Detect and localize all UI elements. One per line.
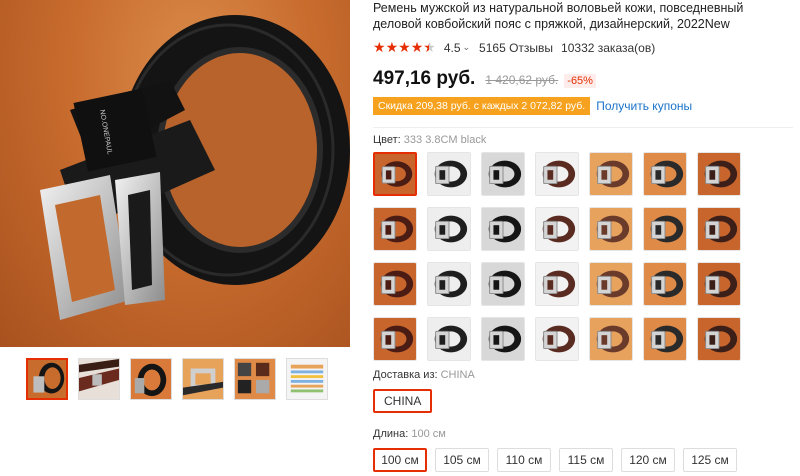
color-swatch[interactable]: [535, 262, 579, 306]
color-swatch[interactable]: [535, 207, 579, 251]
length-option[interactable]: 120 см: [621, 448, 675, 472]
length-label: Длина: 100 см: [373, 428, 793, 440]
product-info: Ремень мужской из натуральной воловьей к…: [373, 0, 793, 472]
color-selected-value: 333 3.8CM black: [403, 134, 487, 146]
color-swatch[interactable]: [643, 317, 687, 361]
color-swatch[interactable]: [481, 262, 525, 306]
color-swatch[interactable]: [481, 152, 525, 196]
discount-badge: -65%: [564, 74, 596, 88]
color-swatch[interactable]: [427, 207, 471, 251]
color-swatch[interactable]: [643, 207, 687, 251]
current-price: 497,16 руб.: [373, 68, 476, 89]
color-swatch[interactable]: [535, 317, 579, 361]
orders-count: 10332 заказа(ов): [561, 40, 656, 55]
color-swatch[interactable]: [697, 262, 741, 306]
rating-row: ★ ★ ★ ★ ★ 4.5 ⌄ 5165 Отзывы 10332 заказа…: [373, 39, 793, 56]
color-label-text: Цвет:: [373, 134, 401, 146]
shipping-option-china[interactable]: CHINA: [373, 389, 433, 413]
gallery-thumb[interactable]: [182, 358, 224, 400]
shipping-label-text: Доставка из:: [373, 369, 438, 381]
color-swatch[interactable]: [481, 317, 525, 361]
shipping-options: CHINA: [373, 389, 793, 413]
color-swatch[interactable]: [373, 207, 417, 251]
star-icon: ★: [398, 39, 411, 55]
color-swatch[interactable]: [427, 317, 471, 361]
gallery-thumb[interactable]: [26, 358, 68, 400]
gallery-thumb[interactable]: [286, 358, 328, 400]
rating-value[interactable]: 4.5: [444, 41, 461, 55]
divider: [373, 127, 793, 128]
length-label-text: Длина:: [373, 428, 409, 440]
color-swatch[interactable]: [535, 152, 579, 196]
product-title: Ремень мужской из натуральной воловьей к…: [373, 1, 744, 31]
length-option[interactable]: 125 см: [683, 448, 737, 472]
color-swatch[interactable]: [643, 152, 687, 196]
shipping-selected-value: CHINA: [440, 369, 475, 381]
gallery-thumb[interactable]: [78, 358, 120, 400]
color-swatch-grid: [373, 152, 793, 361]
reviews-count[interactable]: 5165 Отзывы: [479, 41, 553, 55]
length-option[interactable]: 110 см: [497, 448, 551, 472]
length-option[interactable]: 115 см: [559, 448, 613, 472]
color-swatch[interactable]: [373, 262, 417, 306]
color-label: Цвет: 333 3.8CM black: [373, 134, 793, 146]
color-swatch[interactable]: [643, 262, 687, 306]
color-swatch[interactable]: [697, 152, 741, 196]
color-swatch[interactable]: [427, 152, 471, 196]
length-option[interactable]: 105 см: [435, 448, 489, 472]
coupon-row: Скидка 209,38 руб. с каждых 2 072,82 руб…: [373, 97, 793, 115]
color-swatch[interactable]: [589, 317, 633, 361]
star-icon: ★: [410, 39, 424, 55]
coupon-badge: Скидка 209,38 руб. с каждых 2 072,82 руб…: [373, 97, 591, 115]
color-swatch[interactable]: [589, 207, 633, 251]
color-swatch[interactable]: [589, 262, 633, 306]
star-icon: ★: [385, 39, 399, 55]
belt-illustration: NO.ONEPAUL: [40, 15, 350, 320]
color-swatch[interactable]: [697, 207, 741, 251]
color-swatch[interactable]: [589, 152, 633, 196]
main-product-image[interactable]: NO.ONEPAUL: [0, 0, 350, 347]
old-price: 1 420,62 руб.: [485, 73, 559, 87]
color-swatch[interactable]: [697, 317, 741, 361]
length-selected-value: 100 см: [411, 428, 446, 440]
half-star-icon: ★: [423, 39, 436, 55]
color-swatch[interactable]: [481, 207, 525, 251]
length-option[interactable]: 100 см: [373, 448, 427, 472]
get-coupons-link[interactable]: Получить купоны: [596, 99, 692, 113]
rating-stars[interactable]: ★ ★ ★ ★ ★: [373, 39, 436, 56]
color-swatch[interactable]: [373, 317, 417, 361]
gallery-thumbnails: [26, 358, 328, 400]
price-row: 497,16 руб. 1 420,62 руб. -65%: [373, 68, 793, 90]
color-swatch[interactable]: [373, 152, 417, 196]
chevron-down-icon[interactable]: ⌄: [463, 42, 471, 53]
gallery-thumb[interactable]: [130, 358, 172, 400]
gallery-thumb[interactable]: [234, 358, 276, 400]
star-icon: ★: [373, 39, 386, 55]
shipping-label: Доставка из: CHINA: [373, 369, 793, 381]
color-swatch[interactable]: [427, 262, 471, 306]
length-options: 100 см 105 см 110 см 115 см 120 см 125 с…: [373, 448, 793, 472]
